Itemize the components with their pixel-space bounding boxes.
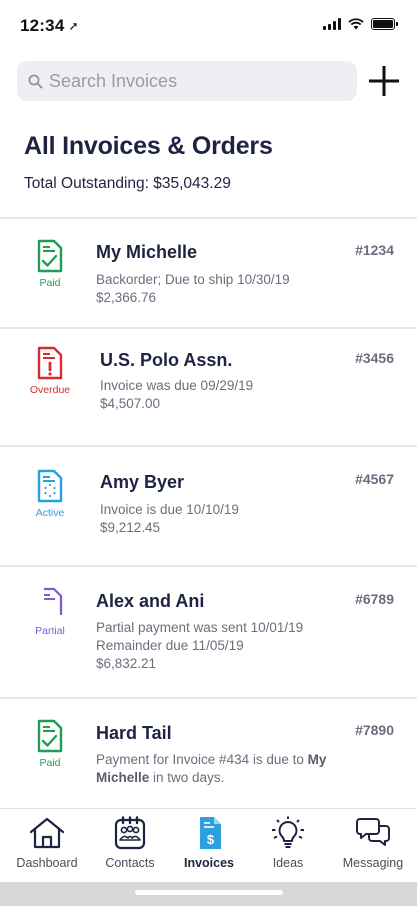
tab-label: Messaging [342, 856, 404, 870]
tab-label: Dashboard [16, 856, 78, 870]
invoice-row[interactable]: Partial Alex and Ani #6789 Partial payme… [0, 567, 417, 695]
document-check-icon [37, 239, 63, 273]
status-block: Partial [20, 587, 80, 637]
invoice-icon: $ [200, 817, 221, 849]
invoice-detail: Backorder; Due to ship 10/30/19 [96, 272, 290, 287]
status-label: Overdue [29, 384, 71, 396]
invoice-row[interactable]: Overdue U.S. Polo Assn. #3456 Invoice wa… [0, 329, 417, 437]
invoice-number: #6789 [355, 591, 394, 607]
detail-text: Payment for Invoice #434 is due to [96, 752, 308, 767]
status-label: Paid [39, 757, 61, 769]
customer-name: U.S. Polo Assn. [100, 350, 233, 370]
invoice-row[interactable]: Paid My Michelle #1234 Backorder; Due to… [0, 219, 417, 327]
detail-bold-text: Michelle [96, 770, 150, 785]
contacts-icon [114, 816, 146, 850]
tab-label: Invoices [183, 856, 235, 870]
invoice-number: #7890 [355, 722, 394, 738]
page-title: All Invoices & Orders [24, 132, 273, 160]
invoice-row[interactable]: Paid Hard Tail #7890 Payment for Invoice… [0, 699, 417, 807]
document-pending-icon [37, 469, 63, 503]
invoice-detail: Invoice is due 10/10/19 [100, 502, 239, 517]
tab-label: Contacts [105, 856, 155, 870]
add-invoice-button[interactable] [366, 62, 402, 100]
status-block: Paid [20, 719, 80, 769]
invoice-amount: $6,832.21 [96, 656, 157, 671]
status-label: Paid [39, 277, 61, 289]
invoice-detail-2: Michelle in two days. [96, 769, 224, 786]
detail-bold-text: My [307, 752, 327, 767]
customer-name: Hard Tail [96, 723, 172, 743]
total-outstanding: Total Outstanding: $35,043.29 [24, 175, 231, 192]
invoice-amount: $2,366.76 [96, 290, 157, 305]
svg-text:$: $ [207, 832, 215, 847]
invoice-detail: Payment for Invoice #434 is due to My [96, 751, 326, 768]
document-partial-icon [44, 587, 63, 615]
tab-label: Ideas [272, 856, 304, 870]
home-bar-area [0, 882, 417, 906]
invoice-number: #1234 [355, 242, 394, 258]
home-icon [29, 817, 65, 849]
status-bar: 12:34 ➚ [0, 0, 417, 50]
invoice-number: #3456 [355, 350, 394, 366]
status-block: Active [20, 469, 80, 519]
status-icons [323, 18, 398, 30]
invoice-detail-2: Remainder due 11/05/19 [96, 638, 244, 653]
tab-ideas[interactable]: Ideas [248, 809, 328, 883]
search-input[interactable] [49, 70, 339, 92]
tab-invoices[interactable]: $ Invoices [169, 809, 249, 883]
invoice-amount: $9,212.45 [100, 520, 161, 535]
document-alert-icon [37, 346, 63, 380]
customer-name: Alex and Ani [96, 591, 205, 611]
status-block: Paid [20, 239, 80, 289]
clock-text: 12:34 [20, 16, 65, 35]
invoice-row[interactable]: Active Amy Byer #4567 Invoice is due 10/… [0, 447, 417, 555]
wifi-icon [348, 18, 364, 30]
invoice-number: #4567 [355, 471, 394, 487]
status-block: Overdue [20, 346, 80, 396]
document-check-icon [37, 719, 63, 753]
location-arrow-icon: ➚ [68, 19, 79, 33]
invoice-amount: $4,507.00 [100, 396, 161, 411]
battery-icon [371, 18, 398, 30]
tab-bar: Dashboard Contacts $ Invoices Ideas Mess… [0, 808, 417, 882]
tab-messaging[interactable]: Messaging [333, 809, 413, 883]
invoice-detail: Invoice was due 09/29/19 [100, 378, 254, 393]
tab-contacts[interactable]: Contacts [90, 809, 170, 883]
tab-dashboard[interactable]: Dashboard [7, 809, 87, 883]
customer-name: Amy Byer [100, 472, 185, 492]
status-label: Partial [35, 625, 65, 637]
status-time: 12:34 ➚ [20, 16, 79, 36]
customer-name: My Michelle [96, 242, 198, 262]
search-icon [28, 74, 43, 89]
lightbulb-icon [272, 816, 304, 848]
status-label: Active [35, 507, 65, 519]
search-bar[interactable] [17, 61, 357, 101]
detail-text: in two days. [149, 770, 225, 785]
chat-icon [356, 818, 390, 846]
invoice-detail: Partial payment was sent 10/01/19 [96, 620, 304, 635]
home-indicator[interactable] [135, 890, 283, 895]
cellular-signal-icon [323, 18, 341, 30]
